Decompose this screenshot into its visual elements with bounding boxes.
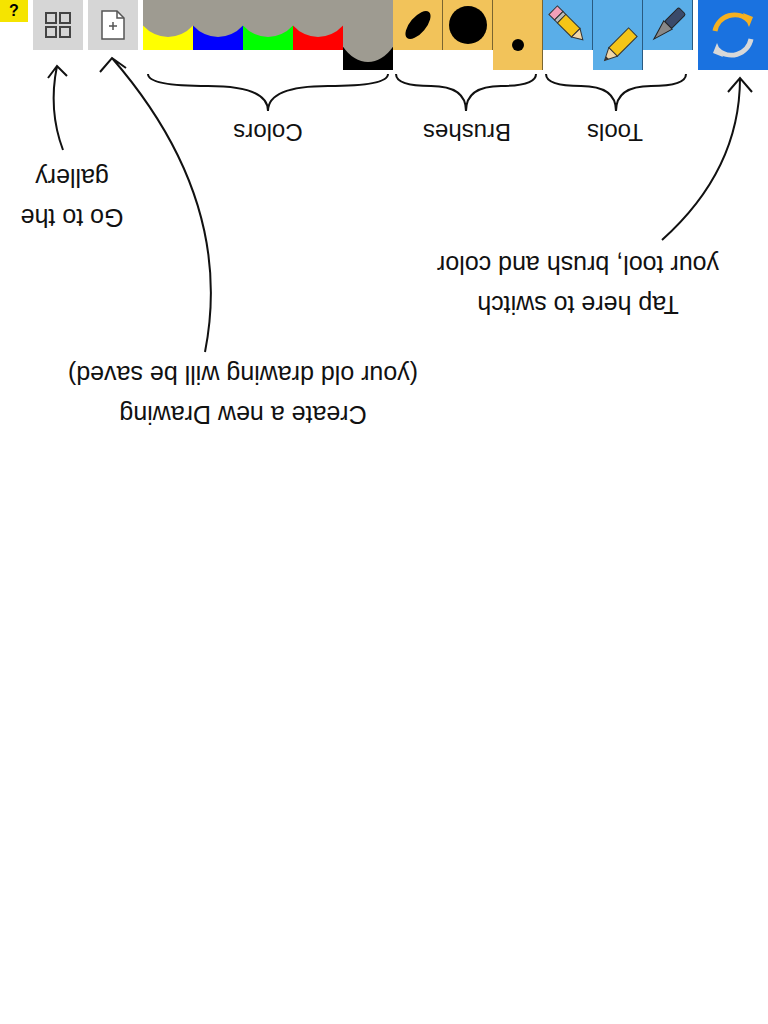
color-swatch[interactable] <box>193 0 243 50</box>
brush-button[interactable] <box>393 0 443 50</box>
new-drawing-note: Create a new Drawing(your old drawing wi… <box>23 355 463 435</box>
oval-brush-icon <box>398 5 438 45</box>
colors-label: Colors <box>198 114 338 150</box>
swatch-shade <box>343 0 393 62</box>
tools-label: Tools <box>545 114 685 150</box>
brushes-label: Brushes <box>397 114 537 150</box>
new-page-icon <box>100 9 126 41</box>
color-group <box>143 0 393 70</box>
note-line: gallery <box>35 158 109 198</box>
brush-group <box>393 0 543 70</box>
help-button[interactable]: ? <box>0 0 28 22</box>
note-line: Tap here to switch <box>477 285 679 325</box>
grid-icon <box>44 11 72 39</box>
pencil-eraser-icon <box>545 2 591 48</box>
tool-group <box>543 0 693 70</box>
gallery-button[interactable] <box>33 0 83 50</box>
large-brush-icon <box>446 3 490 47</box>
swap-arrows-icon <box>703 5 763 65</box>
color-swatch[interactable] <box>293 0 343 50</box>
pencil-icon <box>595 24 641 70</box>
swatch-shade <box>243 0 293 37</box>
note-line: (your old drawing will be saved) <box>68 355 418 395</box>
new-drawing-button[interactable] <box>88 0 138 50</box>
fountain-pen-icon <box>646 3 690 47</box>
small-brush-icon <box>511 38 525 52</box>
color-swatch[interactable] <box>343 0 393 70</box>
brush-button[interactable] <box>443 0 493 50</box>
tool-button[interactable] <box>593 0 643 70</box>
annotation-arrows <box>0 0 768 1024</box>
color-swatch[interactable] <box>143 0 193 50</box>
switch-button[interactable] <box>698 0 768 70</box>
brush-button[interactable] <box>493 0 543 70</box>
switch-note: Tap here to switchyour tool, brush and c… <box>408 245 748 325</box>
swatch-shade <box>193 0 243 37</box>
tool-button[interactable] <box>543 0 593 50</box>
swatch-shade <box>293 0 343 37</box>
color-swatch[interactable] <box>243 0 293 50</box>
note-line: Create a new Drawing <box>119 395 366 435</box>
note-line: your tool, brush and color <box>437 245 719 285</box>
swatch-shade <box>143 0 193 37</box>
tool-button[interactable] <box>643 0 693 50</box>
gallery-note: Go to thegallery <box>2 158 142 238</box>
note-line: Go to the <box>21 198 124 238</box>
